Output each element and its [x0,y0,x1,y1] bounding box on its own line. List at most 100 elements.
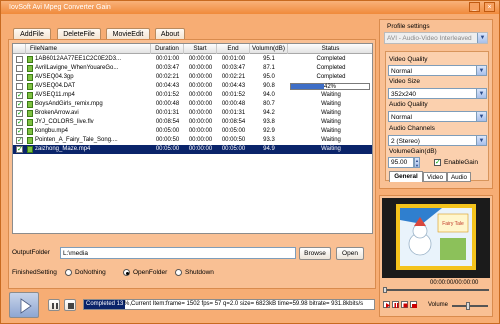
volume-slider[interactable] [452,302,488,310]
preview-stop-button[interactable] [401,301,408,308]
title-bar: IovSoft Avi Mpeg Converter Gain [1,1,499,14]
row-checkbox[interactable] [16,100,23,109]
header-start[interactable]: Start [184,44,217,54]
row-checkbox[interactable] [16,83,23,90]
open-button[interactable]: Open [336,247,364,260]
volume-gain-stepper[interactable]: ▲ ▼ [414,157,420,168]
row-checkbox[interactable] [16,109,23,118]
preview-play-button[interactable] [383,301,390,308]
table-row[interactable]: BrokenArrow.avi 00:01:31 00:00:00 00:01:31 9… [13,109,372,118]
row-checkbox[interactable] [16,74,23,81]
table-row[interactable]: AvrilLavigne_WhenYouareGo... 00:03:47 00:0… [13,64,372,73]
row-start: 00:00:00 [188,137,213,143]
row-status: Completed [316,74,346,80]
row-duration: 00:02:21 [155,74,180,80]
tab-general[interactable]: General [389,171,423,182]
row-checkbox[interactable] [16,127,23,136]
audio-channels-select[interactable]: 2 (Stereo) ▼ [388,135,487,146]
video-file-icon [27,83,33,90]
pause-icon [52,303,58,309]
header-filename[interactable]: FileName [26,44,151,54]
radio-do-nothing[interactable] [65,269,72,276]
file-list-table[interactable]: FileName Duration Start End Volumn(dB) S… [12,43,373,234]
browse-button[interactable]: Browse [299,247,331,260]
row-start: 00:00:00 [188,92,213,98]
shutdown-label: Shutdown [185,269,214,276]
row-checkbox[interactable] [16,118,23,127]
pause-icon [394,303,399,308]
table-row[interactable]: JYJ_COLORS_live.flv 00:08:54 00:00:00 00:08… [13,118,372,127]
audio-quality-label: Audio Quality [389,101,428,108]
row-checkbox[interactable] [16,65,23,72]
row-checkbox[interactable] [16,91,23,100]
row-end: 00:03:47 [221,65,246,71]
video-size-select[interactable]: 352x240 ▼ [388,88,487,99]
check-icon: ✓ [435,159,441,166]
video-file-icon [27,119,33,126]
convert-button[interactable] [9,292,39,318]
row-duration: 00:08:54 [155,119,180,125]
seek-bar[interactable] [383,287,489,293]
audio-quality-select[interactable]: Normal ▼ [388,111,487,122]
radio-open-folder[interactable] [123,269,130,276]
row-checkbox[interactable] [16,56,23,63]
table-header: FileName Duration Start End Volumn(dB) S… [13,44,372,54]
header-end[interactable]: End [217,44,250,54]
volume-slider-handle[interactable] [466,302,470,310]
header-duration[interactable]: Duration [151,44,184,54]
seek-handle[interactable] [383,287,387,293]
row-volume: 94.0 [263,92,275,98]
row-filename: 1AB6012AA77EE1C2C0E2D3... [35,56,122,62]
stop-button[interactable] [64,299,76,311]
row-end: 00:00:50 [221,137,246,143]
video-file-icon [27,128,33,135]
header-volume[interactable]: Volumn(dB) [250,44,288,54]
profile-select[interactable]: AVI - Audio-Video Interleaved ▼ [384,32,488,44]
pause-button[interactable] [48,299,60,311]
table-row[interactable]: kongbu.mp4 00:05:00 00:00:00 00:05:00 92.9 Wa… [13,127,372,136]
video-file-icon [27,65,33,72]
table-row[interactable]: BoysAndGirls_remix.mpg 00:00:48 00:00:00 00… [13,100,372,109]
table-row[interactable]: AVSEQ04.3gp 00:02:21 00:00:00 00:02:21 95.0 C… [13,73,372,82]
play-icon [386,303,390,308]
stop-icon [403,303,408,308]
header-checkbox-col [13,44,26,54]
table-row[interactable]: Pointen_A_Fairy_Tale_Song.... 00:00:50 00:… [13,136,372,145]
audio-quality-value: Normal [391,114,412,121]
tab-audio[interactable]: Audio [447,172,471,182]
row-filename: BoysAndGirls_remix.mpg [35,101,103,107]
video-file-icon [27,101,33,108]
preview-snapshot-button[interactable] [410,301,417,308]
row-duration: 00:00:48 [155,101,180,107]
row-filename: JYJ_COLORS_live.flv [35,119,94,125]
enable-gain-checkbox[interactable]: ✓ [434,159,441,166]
row-end: 00:05:00 [221,146,246,152]
tab-video[interactable]: Video [423,172,447,182]
conversion-status-bar: Completed 13 %,Current Item:frame= 1502 … [83,299,375,310]
close-button[interactable]: × [484,2,495,12]
row-start: 00:00:00 [188,74,213,80]
row-duration: 00:05:00 [155,146,180,152]
preview-pause-button[interactable] [392,301,399,308]
row-status: Waiting [321,110,341,116]
row-filename: AVSEQ11.mp4 [35,92,75,98]
video-quality-select[interactable]: Normal ▼ [388,65,487,76]
video-quality-label: Video Quality [389,56,428,63]
table-row[interactable]: 1AB6012AA77EE1C2C0E2D3... 00:01:00 00:00:0… [13,55,372,64]
row-start: 00:00:00 [188,83,213,89]
table-row[interactable]: AVSEQ11.mp4 00:01:52 00:00:00 00:01:52 94.0 W… [13,91,372,100]
row-status: Completed [316,56,346,62]
row-checkbox[interactable] [16,145,23,154]
audio-channels-label: Audio Channels [389,125,435,132]
volume-gain-input[interactable]: 95.00 [388,157,414,168]
minimize-button[interactable]: _ [469,2,480,12]
table-row[interactable]: AVSEQ04.DAT 00:04:43 00:00:00 00:04:43 90.8 4… [13,82,372,91]
output-folder-input[interactable]: L:\media [60,247,296,259]
row-volume: 95.1 [263,56,275,62]
row-volume: 87.1 [263,65,275,71]
row-checkbox[interactable] [16,136,23,145]
table-row[interactable]: zaizhong_Maze.mp4 00:05:00 00:00:00 00:05:0… [13,145,372,154]
header-status[interactable]: Status [288,44,372,54]
radio-shutdown[interactable] [175,269,182,276]
video-file-icon [27,110,33,117]
